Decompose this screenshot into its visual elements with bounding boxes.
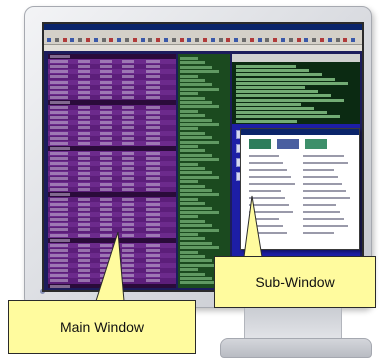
- main-window-callout-label: Main Window: [59, 319, 145, 335]
- main-window-callout: Main Window: [8, 300, 196, 354]
- sub-window-callout: Sub-Window: [214, 256, 376, 308]
- sub-window-callout-label: Sub-Window: [255, 274, 335, 290]
